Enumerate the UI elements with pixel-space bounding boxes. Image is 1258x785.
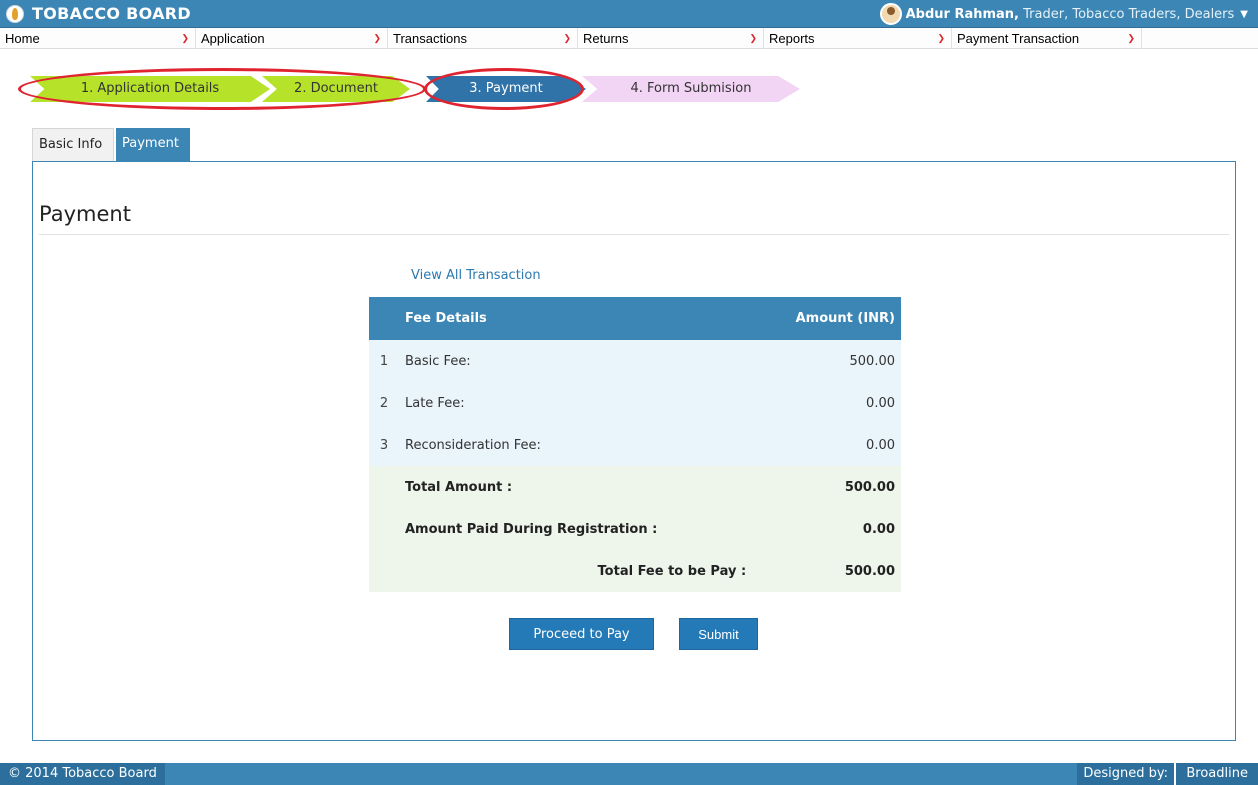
total-amount-row: Total Amount : 500.00 (369, 466, 901, 508)
header-amount: Amount (INR) (752, 297, 901, 340)
empty-cell (369, 466, 399, 508)
fee-details-table: Fee Details Amount (INR) 1 Basic Fee: 50… (369, 297, 901, 592)
user-info: Abdur Rahman, Trader, Tobacco Traders, D… (906, 7, 1235, 22)
user-menu[interactable]: Abdur Rahman, Trader, Tobacco Traders, D… (874, 0, 1258, 28)
page-footer: © 2014 Tobacco Board Designed by: Broadl… (0, 763, 1258, 785)
top-header: TOBACCO BOARD Abdur Rahman, Trader, Toba… (0, 0, 1258, 28)
menu-transactions-label: Transactions (393, 31, 467, 46)
fee-payable-label: Total Fee to be Pay : (399, 550, 753, 592)
row-number: 3 (369, 424, 399, 466)
row-number: 1 (369, 340, 399, 382)
empty-cell (369, 508, 399, 550)
menu-home-label: Home (5, 31, 40, 46)
header-fee-details: Fee Details (399, 297, 753, 340)
copyright-text: © 2014 Tobacco Board (0, 763, 165, 785)
user-avatar-icon (879, 3, 902, 25)
amount-paid-value: 0.00 (752, 508, 901, 550)
designed-by-label: Designed by: (1077, 763, 1174, 785)
menu-returns[interactable]: Returns ❯ (578, 28, 764, 49)
header-num-cell (369, 297, 399, 340)
empty-cell (369, 550, 399, 592)
menu-application[interactable]: Application ❯ (196, 28, 388, 49)
menu-reports[interactable]: Reports ❯ (764, 28, 952, 49)
table-row: 3 Reconsideration Fee: 0.00 (369, 424, 901, 466)
user-name: Abdur Rahman, (905, 6, 1019, 22)
menu-payment-transaction[interactable]: Payment Transaction ❯ (952, 28, 1142, 49)
step-payment[interactable]: 3. Payment (426, 76, 586, 102)
amount-paid-row: Amount Paid During Registration : 0.00 (369, 508, 901, 550)
page-title: Payment (39, 202, 131, 226)
user-role: Trader, Tobacco Traders, Dealers (1019, 6, 1235, 22)
chevron-down-icon: ❯ (563, 33, 571, 43)
fee-payable-row: Total Fee to be Pay : 500.00 (369, 550, 901, 592)
fee-label: Reconsideration Fee: (399, 424, 753, 466)
step-form-submission[interactable]: 4. Form Submision (582, 76, 800, 102)
row-number: 2 (369, 382, 399, 424)
proceed-to-pay-button[interactable]: Proceed to Pay (509, 618, 654, 650)
submit-button[interactable]: Submit (679, 618, 758, 650)
fee-payable-value: 500.00 (752, 550, 901, 592)
brand-title: TOBACCO BOARD (32, 4, 192, 23)
user-dropdown-icon[interactable]: ▼ (1240, 9, 1248, 20)
total-amount-value: 500.00 (752, 466, 901, 508)
step-document[interactable]: 2. Document (262, 76, 410, 102)
fee-label: Basic Fee: (399, 340, 753, 382)
tab-payment[interactable]: Payment (116, 128, 190, 162)
payment-panel: Payment View All Transaction Fee Details… (32, 161, 1236, 741)
main-menu: Home ❯ Application ❯ Transactions ❯ Retu… (0, 28, 1258, 49)
title-divider (39, 234, 1229, 235)
tab-basic-info[interactable]: Basic Info (32, 128, 114, 162)
chevron-down-icon: ❯ (1127, 33, 1135, 43)
wizard-steps: 1. Application Details 2. Document 3. Pa… (0, 72, 820, 106)
fee-amount: 0.00 (752, 382, 901, 424)
table-header-row: Fee Details Amount (INR) (369, 297, 901, 340)
table-row: 1 Basic Fee: 500.00 (369, 340, 901, 382)
amount-paid-label: Amount Paid During Registration : (399, 508, 753, 550)
total-amount-label: Total Amount : (399, 466, 753, 508)
menu-application-label: Application (201, 31, 265, 46)
chevron-down-icon: ❯ (373, 33, 381, 43)
fee-amount: 0.00 (752, 424, 901, 466)
chevron-down-icon: ❯ (937, 33, 945, 43)
menu-returns-label: Returns (583, 31, 629, 46)
table-row: 2 Late Fee: 0.00 (369, 382, 901, 424)
step-application-details[interactable]: 1. Application Details (30, 76, 270, 102)
menu-reports-label: Reports (769, 31, 815, 46)
view-all-transaction-link[interactable]: View All Transaction (411, 268, 541, 283)
designer-link[interactable]: Broadline (1174, 763, 1258, 785)
menu-transactions[interactable]: Transactions ❯ (388, 28, 578, 49)
chevron-down-icon: ❯ (181, 33, 189, 43)
menu-payment-transaction-label: Payment Transaction (957, 31, 1080, 46)
tobacco-board-logo-icon (6, 5, 24, 23)
chevron-down-icon: ❯ (749, 33, 757, 43)
menu-home[interactable]: Home ❯ (0, 28, 196, 49)
fee-label: Late Fee: (399, 382, 753, 424)
fee-amount: 500.00 (752, 340, 901, 382)
